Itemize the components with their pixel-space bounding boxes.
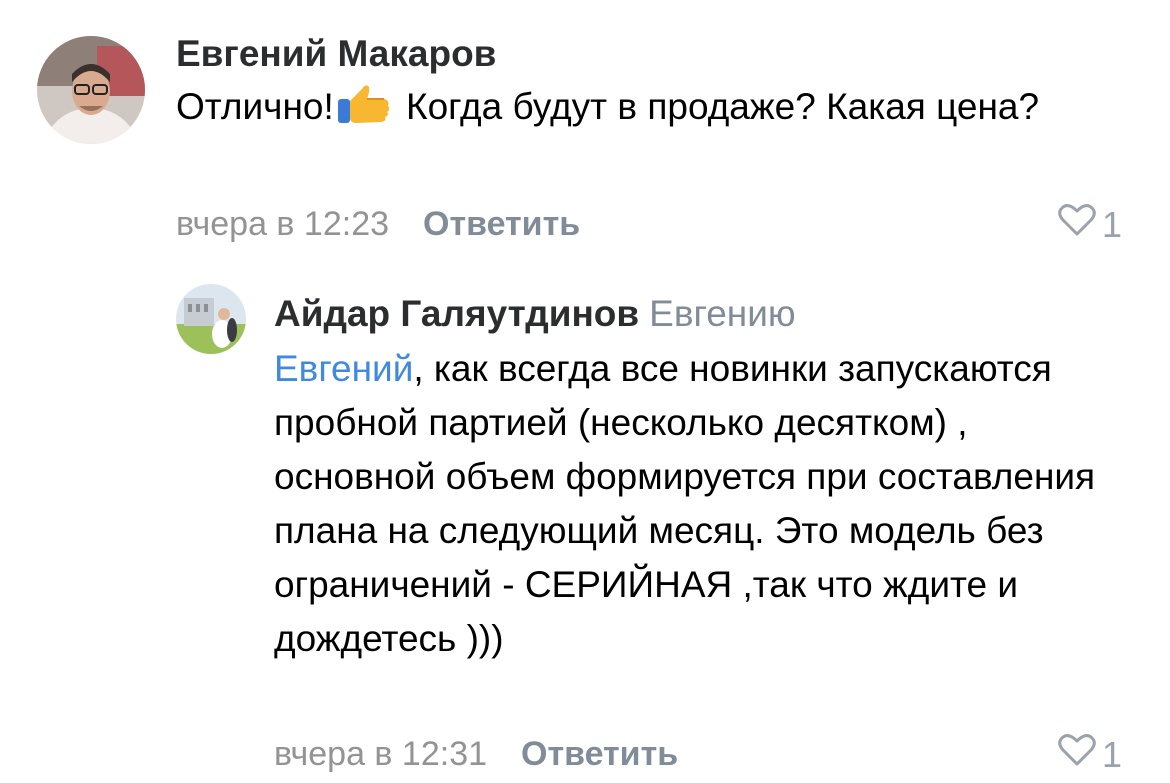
reply-button[interactable]: Ответить [521,735,678,773]
comment-text-part: Когда будут в продаже? Какая цена? [395,86,1040,127]
mention-link[interactable]: Евгений [274,348,413,389]
heart-icon [1058,203,1096,246]
avatar-photo [176,284,246,354]
reply-comment: Айдар Галяутдинов Евгению Евгений, как вс… [0,260,1170,783]
avatar[interactable] [37,36,145,144]
comment-text-part: Отлично! [176,86,334,127]
avatar[interactable] [176,284,246,354]
thumbs-up-icon [336,81,392,140]
like-button[interactable]: 1 [1058,733,1122,776]
reply-button[interactable]: Ответить [423,205,580,243]
heart-icon [1058,733,1096,776]
comment-meta: вчера в 12:23 Ответить [176,205,580,244]
reply-time: вчера в 12:31 [274,735,488,773]
reply-text-body: , как всегда все новинки запускаются про… [274,348,1096,659]
reply-author-name[interactable]: Айдар Галяутдинов [274,293,639,334]
reply-to-link[interactable]: Евгению [649,293,795,334]
like-button[interactable]: 1 [1058,203,1122,246]
comment-text: Отлично! Когда будут в продаже? Какая це… [176,80,1136,140]
reply-text: Евгений, как всегда все новинки запускаю… [274,342,1134,666]
comment-time: вчера в 12:23 [176,205,390,243]
comment-author[interactable]: Евгений Макаров [176,33,496,75]
like-count: 1 [1102,733,1123,775]
avatar-photo [37,36,145,144]
reply-author: Айдар Галяутдинов Евгению [274,293,796,335]
reply-meta: вчера в 12:31 Ответить [274,735,678,774]
comment: Евгений Макаров Отлично! Когда будут в п… [0,0,1170,260]
like-count: 1 [1102,203,1123,245]
